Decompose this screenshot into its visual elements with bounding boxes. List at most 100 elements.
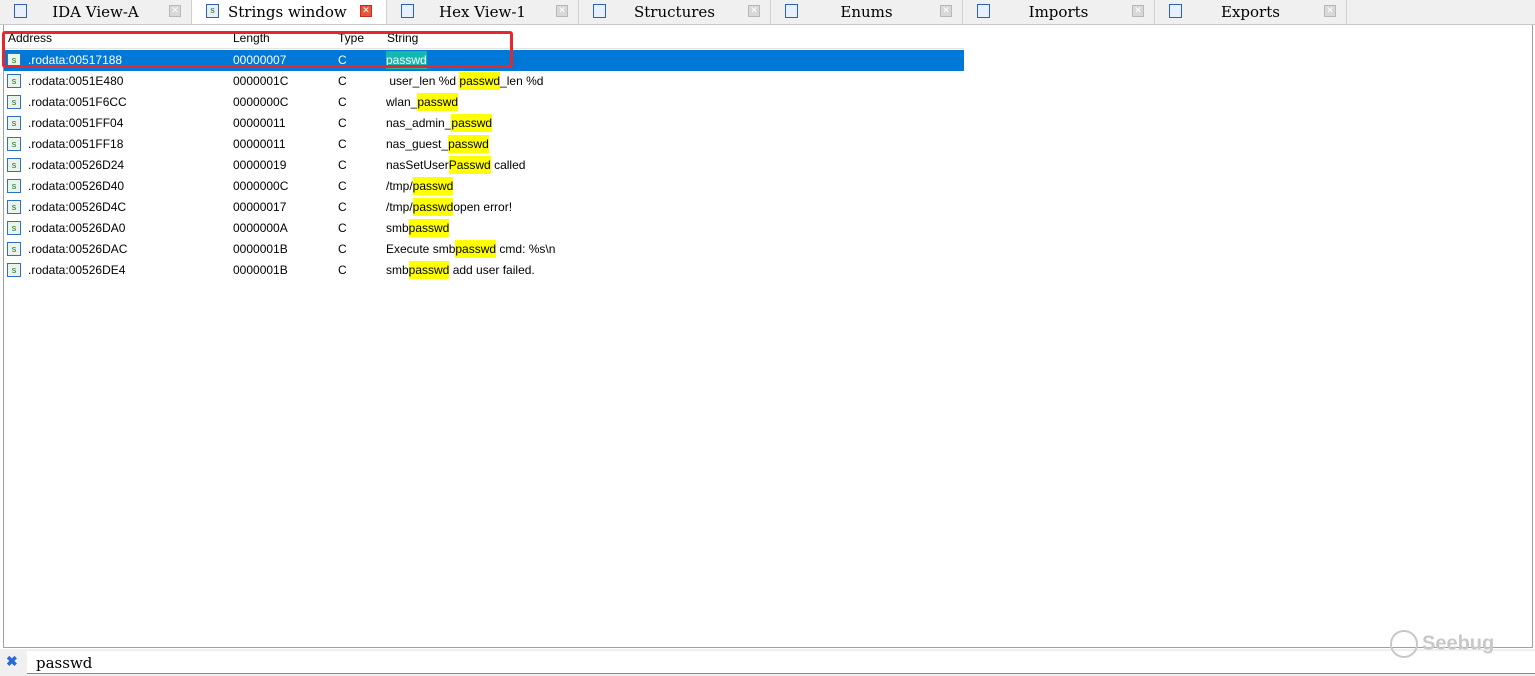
string-suffix: called	[490, 158, 526, 172]
seebug-watermark: Seebug	[1390, 630, 1494, 658]
tab-hex-view-1[interactable]: Hex View-1 ✕	[387, 0, 579, 24]
filter-bar: ✖ passwd	[0, 649, 1535, 676]
table-row[interactable]: s .rodata:00526DAC 0000001B C Execute sm…	[4, 239, 964, 260]
tab-bar: IDA View-A ✕ s Strings window ✕ Hex View-1 ✕ St…	[0, 0, 1535, 25]
close-tab-icon[interactable]: ✕	[1132, 5, 1144, 17]
string-prefix: nas_admin_	[386, 116, 452, 130]
tab-structures[interactable]: Structures ✕	[579, 0, 771, 24]
close-tab-icon[interactable]: ✕	[556, 5, 568, 17]
string-prefix: Execute smb	[386, 242, 456, 256]
row-string: user_len %d passwd_len %d	[386, 72, 543, 90]
tab-label: Imports	[1028, 3, 1089, 21]
search-match: passwd	[455, 240, 497, 258]
string-prefix: wlan_	[386, 95, 418, 109]
table-row[interactable]: s .rodata:0051F6CC 0000000C C wlan_passw…	[4, 92, 964, 113]
tab-exports[interactable]: Exports ✕	[1155, 0, 1347, 24]
row-length: 00000017	[233, 200, 287, 214]
tab-label: Structures	[634, 3, 715, 21]
table-row[interactable]: s .rodata:00526DA0 0000000A C smbpasswd	[4, 218, 964, 239]
tab-enums[interactable]: Enums ✕	[771, 0, 963, 24]
close-tab-icon[interactable]: ✕	[360, 5, 372, 17]
row-address: .rodata:00526D4C	[28, 200, 127, 214]
row-type: C	[338, 74, 347, 88]
string-icon: s	[7, 221, 21, 235]
search-match: passwd	[459, 72, 501, 90]
table-row[interactable]: s .rodata:00526D4C 00000017 C /tmp/passw…	[4, 197, 964, 218]
search-match: passwd	[451, 114, 493, 132]
row-length: 0000000C	[233, 95, 289, 109]
string-suffix: add user failed.	[449, 263, 535, 277]
row-string: smbpasswd	[386, 219, 450, 237]
row-address: .rodata:00526D24	[28, 158, 125, 172]
clear-filter-icon[interactable]: ✖	[6, 653, 18, 670]
tab-strings-window[interactable]: s Strings window ✕	[192, 0, 387, 24]
row-string: smbpasswd add user failed.	[386, 261, 535, 279]
row-length: 0000000C	[233, 179, 289, 193]
close-tab-icon[interactable]: ✕	[940, 5, 952, 17]
string-icon: s	[7, 95, 21, 109]
string-prefix: /tmp/	[386, 179, 413, 193]
row-string: nas_admin_passwd	[386, 114, 493, 132]
row-type: C	[338, 242, 347, 256]
string-prefix: user_len %d	[386, 74, 460, 88]
row-type: C	[338, 95, 347, 109]
row-type: C	[338, 158, 347, 172]
string-icon: s	[7, 137, 21, 151]
row-address: .rodata:0051FF04	[28, 116, 124, 130]
string-prefix: /tmp/	[386, 200, 413, 214]
row-address: .rodata:0051FF18	[28, 137, 124, 151]
filter-input[interactable]: passwd	[27, 651, 1535, 674]
row-string: /tmp/passwd	[386, 177, 454, 195]
search-match: passwd	[408, 261, 450, 279]
close-tab-icon[interactable]: ✕	[169, 5, 181, 17]
table-row[interactable]: s .rodata:00526DE4 0000001B C smbpasswd …	[4, 260, 964, 281]
table-row[interactable]: s .rodata:00526D24 00000019 C nasSetUser…	[4, 155, 964, 176]
row-length: 00000019	[233, 158, 287, 172]
string-icon: s	[7, 263, 21, 277]
search-match: passwd	[417, 93, 459, 111]
table-row[interactable]: s .rodata:0051FF04 00000011 C nas_admin_…	[4, 113, 964, 134]
row-address: .rodata:00526DE4	[28, 263, 126, 277]
row-string: wlan_passwd	[386, 93, 459, 111]
row-type: C	[338, 200, 347, 214]
row-string: nasSetUserPasswd called	[386, 156, 526, 174]
row-address: .rodata:0051E480	[28, 74, 124, 88]
table-row[interactable]: s .rodata:00526D40 0000000C C /tmp/passw…	[4, 176, 964, 197]
string-prefix: smb	[386, 221, 409, 235]
string-icon: s	[7, 200, 21, 214]
tab-label: IDA View-A	[52, 3, 139, 21]
tab-label: Exports	[1221, 3, 1280, 21]
row-address: .rodata:00526D40	[28, 179, 125, 193]
search-match: Passwd	[448, 156, 491, 174]
table-row[interactable]: s .rodata:0051E480 0000001C C user_len %…	[4, 71, 964, 92]
row-string: Execute smbpasswd cmd: %s\n	[386, 240, 556, 258]
tab-label: Enums	[840, 3, 893, 21]
row-string: /tmp/passwdopen error!	[386, 198, 512, 216]
tab-imports[interactable]: Imports ✕	[963, 0, 1155, 24]
tab-ida-view-a[interactable]: IDA View-A ✕	[0, 0, 192, 24]
row-type: C	[338, 221, 347, 235]
string-icon: s	[7, 74, 21, 88]
row-length: 00000011	[233, 137, 286, 151]
close-tab-icon[interactable]: ✕	[748, 5, 760, 17]
strings-icon: s	[206, 4, 219, 18]
row-type: C	[338, 116, 347, 130]
table-row[interactable]: s .rodata:0051FF18 00000011 C nas_guest_…	[4, 134, 964, 155]
row-length: 0000001B	[233, 242, 288, 256]
row-address: .rodata:0051F6CC	[28, 95, 127, 109]
tab-label: Hex View-1	[439, 3, 526, 21]
search-match: passwd	[448, 135, 489, 153]
string-prefix: smb	[386, 263, 409, 277]
string-icon: s	[7, 158, 21, 172]
row-address: .rodata:00526DA0	[28, 221, 126, 235]
row-address: .rodata:00526DAC	[28, 242, 128, 256]
string-suffix: cmd: %s\n	[496, 242, 556, 256]
search-match: passwd	[412, 177, 454, 195]
row-length: 00000011	[233, 116, 286, 130]
string-icon: s	[7, 116, 21, 130]
string-prefix: nas_guest_	[386, 137, 449, 151]
search-match: passwd	[412, 198, 454, 216]
row-type: C	[338, 137, 347, 151]
close-tab-icon[interactable]: ✕	[1324, 5, 1336, 17]
string-icon: s	[7, 242, 21, 256]
